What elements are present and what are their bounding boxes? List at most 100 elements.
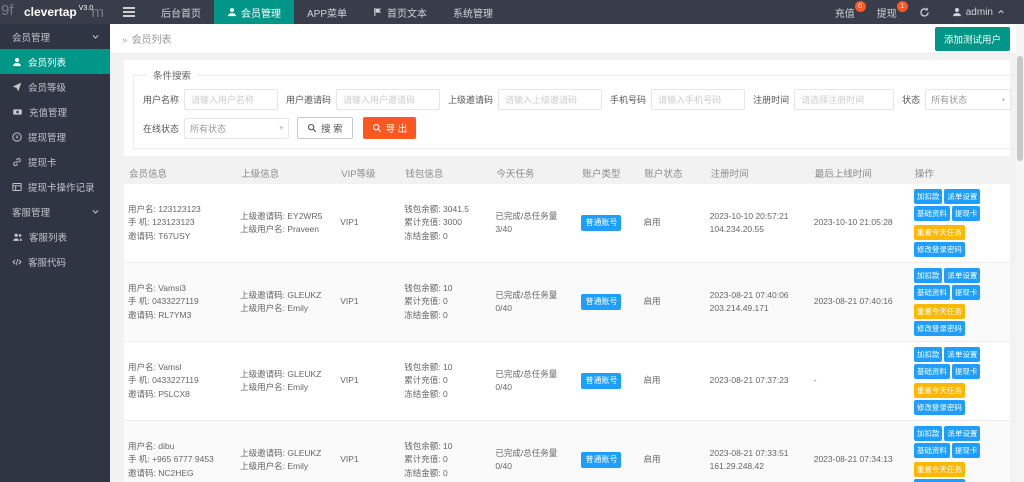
- sidebar: 会员管理会员列表会员等级充值管理¥提现管理提现卡提现卡操作记录客服管理客服列表客…: [0, 24, 110, 482]
- cell-account-status: 启用: [640, 342, 706, 421]
- scrollbar-thumb[interactable]: [1017, 56, 1023, 161]
- link-icon: [12, 157, 22, 167]
- withdraw-link[interactable]: 提现 1: [866, 0, 908, 24]
- search-icon: [372, 123, 382, 133]
- coin-icon: ¥: [12, 132, 22, 142]
- account-type-badge: 普通账号: [581, 294, 621, 310]
- search-legend: 条件搜索: [147, 68, 197, 82]
- breadcrumb: »会员列表: [122, 31, 172, 46]
- column-header-账户类型: 账户类型: [577, 162, 639, 184]
- admin-username: admin: [966, 7, 993, 18]
- top-header: 9f clevertap V3.0 m 后台首页会员管理APP菜单首页文本系统管…: [0, 0, 1024, 24]
- register-time-field: 注册时间: [753, 89, 894, 110]
- phone-field: 手机号码: [610, 89, 745, 110]
- account-type-badge: 普通账号: [581, 215, 621, 231]
- user-invite-code-input[interactable]: [336, 89, 440, 110]
- action-button-修改登录密码[interactable]: 修改登录密码: [914, 400, 965, 415]
- code-icon: [12, 257, 22, 267]
- table-row: 用户名: 123123123手 机: 123123123邀请码: T67USY上…: [124, 184, 1010, 263]
- cell-today-tasks: 已完成/总任务量0/40: [491, 421, 577, 482]
- action-button-基础资料[interactable]: 基础资料: [914, 206, 950, 221]
- username-input[interactable]: [184, 89, 278, 110]
- action-button-基础资料[interactable]: 基础资料: [914, 285, 950, 300]
- sidebar-item-label: 会员列表: [28, 55, 66, 69]
- sidebar-item-会员等级[interactable]: 会员等级: [0, 74, 110, 99]
- cell-parent-info: 上级邀请码: GLEUKZ上级用户名: Emily: [236, 342, 336, 421]
- sidebar-item-label: 客服列表: [29, 230, 67, 244]
- field-label: 手机号码: [610, 93, 646, 106]
- sidebar-item-label: 提现卡操作记录: [28, 180, 95, 194]
- menu-toggle-button[interactable]: [110, 0, 148, 24]
- table-header-row: 会员信息上级信息VIP等级钱包信息今天任务账户类型账户状态注册时间最后上线时间操…: [124, 162, 1010, 184]
- watermark-text: 9f: [1, 2, 14, 19]
- search-icon: [307, 123, 317, 133]
- sidebar-section-客服管理[interactable]: 客服管理: [0, 199, 110, 224]
- action-button-重置今天任务[interactable]: 重置今天任务: [914, 225, 965, 240]
- cell-actions: 加扣款派单设置基础资料提现卡重置今天任务修改登录密码: [910, 342, 1010, 421]
- action-button-加扣款[interactable]: 加扣款: [914, 347, 943, 362]
- export-button[interactable]: 导 出: [363, 117, 417, 139]
- cell-vip-level: VIP1: [336, 263, 400, 342]
- add-test-user-button[interactable]: 添加测试用户: [935, 27, 1010, 51]
- search-fieldset: 条件搜索 用户名称用户邀请码上级邀请码手机号码注册时间状态所有状态▾ 在线状态 …: [133, 68, 1024, 149]
- breadcrumb-bar: »会员列表 添加测试用户: [110, 24, 1024, 54]
- sidebar-item-提现卡操作记录[interactable]: 提现卡操作记录: [0, 174, 110, 199]
- action-button-派单设置[interactable]: 派单设置: [944, 347, 980, 362]
- sidebar-item-客服代码[interactable]: 客服代码: [0, 249, 110, 274]
- parent-invite-code-input[interactable]: [498, 89, 602, 110]
- vertical-scrollbar[interactable]: [1016, 24, 1024, 482]
- action-button-派单设置[interactable]: 派单设置: [944, 426, 980, 441]
- sidebar-item-充值管理[interactable]: 充值管理: [0, 99, 110, 124]
- action-button-加扣款[interactable]: 加扣款: [914, 268, 943, 283]
- sidebar-item-客服列表[interactable]: 客服列表: [0, 224, 110, 249]
- cell-parent-info: 上级邀请码: GLEUKZ上级用户名: Emily: [236, 263, 336, 342]
- sidebar-section-会员管理[interactable]: 会员管理: [0, 24, 110, 49]
- cell-last-online: -: [810, 342, 910, 421]
- users-icon: [12, 232, 23, 242]
- action-button-基础资料[interactable]: 基础资料: [914, 364, 950, 379]
- action-button-提现卡[interactable]: 提现卡: [952, 364, 981, 379]
- admin-menu[interactable]: admin: [941, 0, 1016, 24]
- search-button[interactable]: 搜 索: [297, 117, 353, 139]
- nav-item-后台首页[interactable]: 后台首页: [148, 0, 214, 24]
- chevron-down-icon: [91, 32, 100, 41]
- status-select[interactable]: 所有状态▾: [925, 89, 1011, 110]
- flag-icon: [373, 7, 383, 17]
- action-button-重置今天任务[interactable]: 重置今天任务: [914, 462, 965, 477]
- action-button-提现卡[interactable]: 提现卡: [952, 443, 981, 458]
- nav-item-label: 系统管理: [453, 5, 493, 20]
- cell-today-tasks: 已完成/总任务量3/40: [491, 184, 577, 263]
- sidebar-item-会员列表[interactable]: 会员列表: [0, 49, 110, 74]
- action-button-重置今天任务[interactable]: 重置今天任务: [914, 304, 965, 319]
- account-type-badge: 普通账号: [581, 452, 621, 468]
- phone-input[interactable]: [651, 89, 745, 110]
- refresh-button[interactable]: [908, 0, 941, 24]
- recharge-link[interactable]: 充值 0: [824, 0, 866, 24]
- sidebar-item-提现卡[interactable]: 提现卡: [0, 149, 110, 174]
- sidebar-item-提现管理[interactable]: ¥提现管理: [0, 124, 110, 149]
- nav-item-APP菜单[interactable]: APP菜单: [294, 0, 360, 24]
- register-time-input[interactable]: [794, 89, 894, 110]
- action-button-修改登录密码[interactable]: 修改登录密码: [914, 321, 965, 336]
- cell-member-info: 用户名: Vamsi3手 机: 0433227119邀请码: RL7YM3: [124, 263, 236, 342]
- online-status-select[interactable]: 所有状态 ▾: [184, 118, 289, 139]
- action-button-派单设置[interactable]: 派单设置: [944, 268, 980, 283]
- action-button-提现卡[interactable]: 提现卡: [952, 206, 981, 221]
- user-icon: [12, 57, 22, 67]
- cell-account-type: 普通账号: [577, 421, 639, 482]
- nav-item-会员管理[interactable]: 会员管理: [214, 0, 294, 24]
- nav-item-系统管理[interactable]: 系统管理: [440, 0, 506, 24]
- sidebar-section-label: 客服管理: [12, 205, 50, 219]
- nav-item-label: 会员管理: [241, 5, 281, 20]
- action-button-派单设置[interactable]: 派单设置: [944, 189, 980, 204]
- action-button-加扣款[interactable]: 加扣款: [914, 426, 943, 441]
- field-label: 用户名称: [143, 93, 179, 106]
- nav-item-首页文本[interactable]: 首页文本: [360, 0, 440, 24]
- action-button-加扣款[interactable]: 加扣款: [914, 189, 943, 204]
- cell-last-online: 2023-08-21 07:40:16: [810, 263, 910, 342]
- action-button-基础资料[interactable]: 基础资料: [914, 443, 950, 458]
- action-button-修改登录密码[interactable]: 修改登录密码: [914, 242, 965, 257]
- status-field: 状态所有状态▾: [902, 89, 1011, 110]
- action-button-提现卡[interactable]: 提现卡: [952, 285, 981, 300]
- action-button-重置今天任务[interactable]: 重置今天任务: [914, 383, 965, 398]
